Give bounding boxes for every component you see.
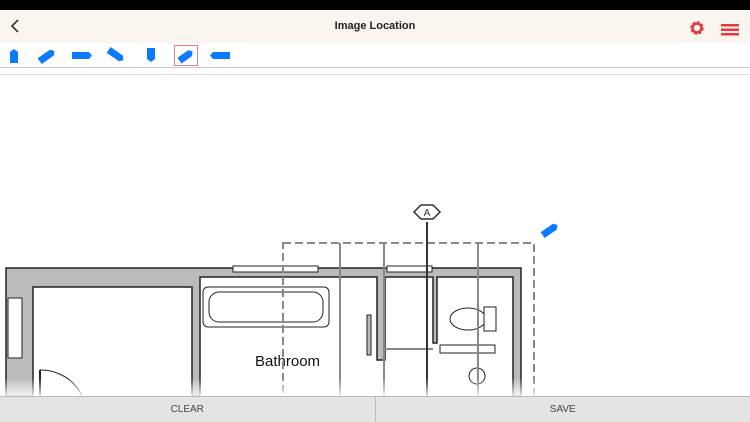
arrow-down-icon [147, 48, 155, 62]
hamburger-menu-icon [721, 24, 739, 36]
tool-arrow-left[interactable] [208, 45, 232, 66]
tool-arrow-down[interactable] [139, 45, 163, 66]
marker-label: A [424, 208, 431, 219]
fade-overlay [0, 378, 750, 396]
bottom-bar: CLEAR SAVE [0, 396, 750, 422]
arrow-up-right-icon [177, 50, 193, 64]
menu-button[interactable] [721, 23, 739, 36]
window [7, 297, 23, 359]
tool-arrow-up-right[interactable] [35, 45, 59, 66]
save-button[interactable]: SAVE [374, 397, 750, 422]
tool-arrow-up-right-selected[interactable] [174, 45, 198, 66]
gear-icon [690, 21, 704, 35]
arrow-up-right-icon [37, 49, 55, 65]
status-bar [0, 0, 750, 10]
clear-button[interactable]: CLEAR [0, 397, 375, 422]
arrow-up-icon [10, 49, 18, 63]
arrow-right-icon [72, 52, 92, 59]
header: Image Location [0, 10, 750, 43]
arrow-left-icon [210, 52, 230, 59]
tool-arrow-right[interactable] [70, 45, 94, 66]
location-marker[interactable]: A [412, 204, 442, 220]
settings-button[interactable] [688, 20, 706, 36]
arrow-toolbar [0, 43, 750, 68]
page-title: Image Location [334, 20, 416, 32]
tool-arrow-down-right[interactable] [104, 45, 128, 66]
window [386, 265, 433, 273]
floor-plan-canvas[interactable]: Bathroom A [0, 75, 750, 404]
window [232, 265, 319, 273]
arrow-down-right-icon [106, 46, 124, 62]
placed-arrow-icon[interactable] [540, 222, 560, 239]
room-label: Bathroom [255, 353, 320, 370]
tool-arrow-up[interactable] [2, 45, 26, 66]
toilet [449, 307, 487, 331]
